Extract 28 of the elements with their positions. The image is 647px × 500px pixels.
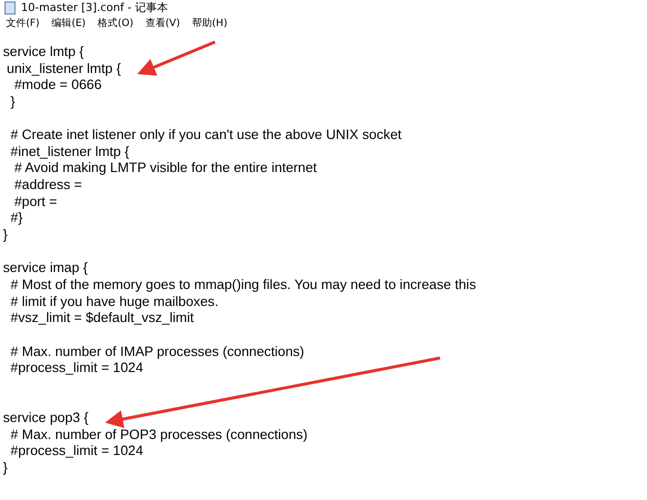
code-line: service imap { xyxy=(3,260,89,277)
code-line: # Max. number of POP3 processes (connections) xyxy=(10,426,308,444)
code-line: #address = xyxy=(13,177,83,194)
code-line: #} xyxy=(10,210,24,228)
code-line: service lmtp { xyxy=(3,44,85,61)
menu-item[interactable]: 格式(O) xyxy=(98,16,134,30)
code-line: service pop3 { xyxy=(3,410,90,427)
code-line: #process_limit = 1024 xyxy=(10,443,144,460)
notepad-icon xyxy=(4,0,16,14)
code-line: } xyxy=(3,227,9,244)
code-line: #vsz_limit = $default_vsz_limit xyxy=(10,310,195,327)
code-line: #process_limit = 1024 xyxy=(10,360,144,377)
code-line: # Max. number of IMAP processes (connections) xyxy=(10,344,306,360)
code-line: } xyxy=(3,460,9,477)
code-line: unix_listener lmtp { xyxy=(6,60,122,78)
code-line: # Create inet listener only if you can't use the above UNIX socket xyxy=(10,127,403,144)
code-line: # Avoid making LMTP visible for the entire internet xyxy=(13,160,318,178)
menu-item[interactable]: 帮助(H) xyxy=(192,16,228,30)
code-line: #inet_listener lmtp { xyxy=(10,144,130,160)
window-title: 10-master [3].conf - 记事本 xyxy=(21,0,168,15)
menu-item[interactable]: 编辑(E) xyxy=(52,16,86,30)
code-line: # limit if you have huge mailboxes. xyxy=(10,294,220,310)
menu-item[interactable]: 查看(V) xyxy=(145,16,180,30)
code-line: } xyxy=(10,94,16,111)
code-line: # Most of the memory goes to mmap()ing files. You may need to increase this xyxy=(10,276,477,294)
menu-item[interactable]: 文件(F) xyxy=(6,16,40,30)
code-line: #mode = 0666 xyxy=(13,77,103,94)
code-line: #port = xyxy=(13,194,58,210)
